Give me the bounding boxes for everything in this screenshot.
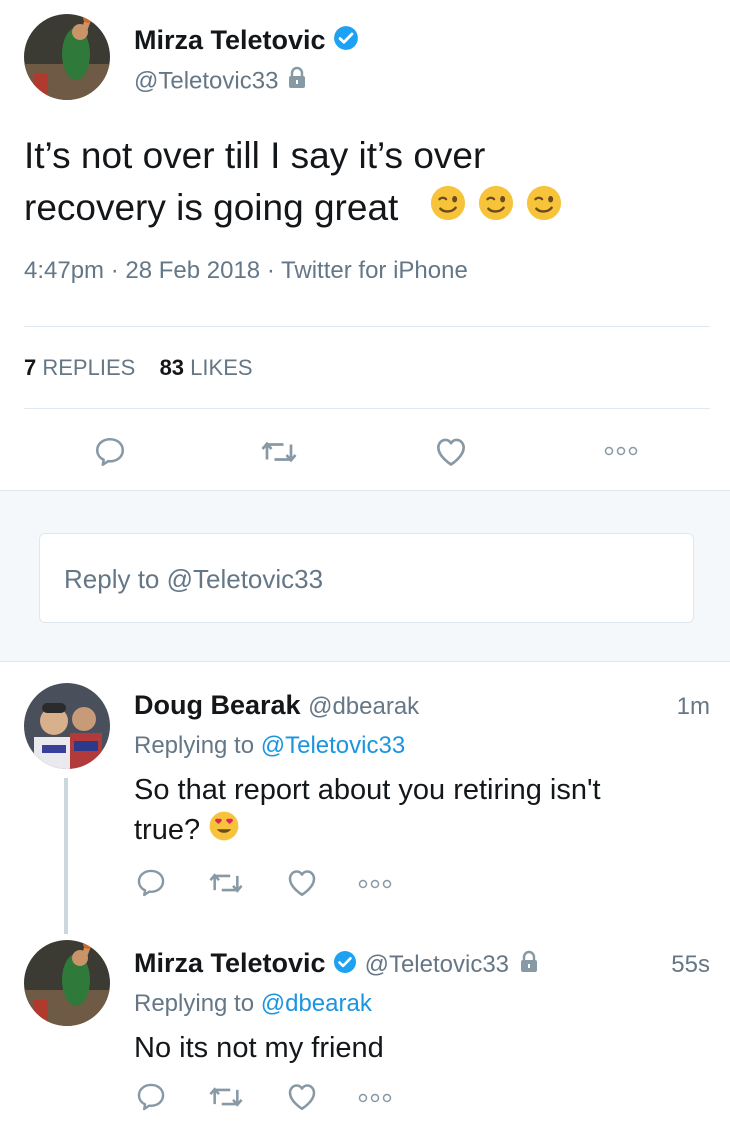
- author-handle[interactable]: @Teletovic33: [365, 951, 509, 978]
- tweet-text: No its not my friend: [134, 1032, 384, 1064]
- replies-count: 7: [24, 355, 37, 380]
- reply-icon[interactable]: [134, 866, 168, 900]
- tweet-time[interactable]: 1m: [677, 692, 710, 722]
- author-name[interactable]: Doug Bearak: [134, 690, 301, 720]
- tweet-text-line-1: It’s not over till I say it’s over: [24, 135, 486, 176]
- retweet-icon[interactable]: [206, 866, 246, 900]
- replying-to-label: Replying to: [134, 732, 255, 759]
- author-avatar[interactable]: [24, 940, 110, 1026]
- like-icon[interactable]: [284, 864, 320, 900]
- tweet-text-line-2: recovery is going great: [24, 187, 399, 228]
- likes-stat[interactable]: 83 LIKES: [160, 355, 253, 380]
- reply-input-placeholder: Reply to @Teletovic33: [64, 564, 324, 594]
- reply-composer-area: Reply to @Teletovic33: [0, 490, 730, 662]
- replying-to: Replying to @Teletovic33: [134, 730, 405, 762]
- replying-to: Replying to @dbearak: [134, 988, 372, 1020]
- like-icon[interactable]: [284, 1078, 320, 1114]
- like-icon[interactable]: [432, 432, 470, 470]
- tweet-text-line-2: true?: [134, 814, 201, 847]
- retweet-icon[interactable]: [258, 434, 300, 470]
- divider: [24, 326, 710, 327]
- reply-icon[interactable]: [92, 434, 128, 470]
- likes-count: 83: [159, 355, 185, 380]
- winking-face-emoji: [477, 184, 515, 236]
- more-icon[interactable]: [356, 1089, 394, 1107]
- author-name[interactable]: Mirza Teletovic: [134, 948, 326, 978]
- tweet-meta[interactable]: 4:47pm · 28 Feb 2018 · Twitter for iPhon…: [24, 256, 468, 286]
- heart-eyes-emoji: [208, 810, 240, 853]
- replies-label: REPLIES: [42, 355, 136, 380]
- thread-connector: [64, 778, 68, 934]
- tweet-time[interactable]: 55s: [671, 950, 710, 980]
- replies-stat[interactable]: 7 REPLIES: [24, 355, 135, 380]
- author-name[interactable]: Mirza Teletovic: [134, 25, 326, 55]
- winking-face-emoji: [429, 184, 467, 236]
- lock-icon: [517, 948, 541, 982]
- likes-label: LIKES: [190, 355, 253, 380]
- author-avatar[interactable]: [24, 14, 110, 100]
- author-handle[interactable]: @Teletovic33: [134, 67, 278, 94]
- reply-icon[interactable]: [134, 1080, 168, 1114]
- tweet-text-line-1: So that report about you retiring isn't: [134, 774, 601, 806]
- replying-to-label: Replying to: [134, 990, 255, 1017]
- replying-to-link[interactable]: @dbearak: [261, 990, 372, 1017]
- winking-face-emoji: [525, 184, 563, 236]
- more-icon[interactable]: [356, 875, 394, 893]
- retweet-icon[interactable]: [206, 1080, 246, 1114]
- more-icon[interactable]: [602, 442, 640, 460]
- replying-to-link[interactable]: @Teletovic33: [261, 732, 405, 759]
- tweet-stats: 7 REPLIES 83 LIKES: [24, 354, 253, 382]
- author-handle[interactable]: @dbearak: [308, 693, 419, 720]
- reply-input[interactable]: Reply to @Teletovic33: [39, 533, 694, 623]
- verified-icon: [333, 25, 359, 58]
- tweet-text: So that report about you retiring isn't …: [134, 770, 601, 853]
- author-avatar[interactable]: [24, 683, 110, 769]
- verified-icon: [333, 948, 357, 982]
- tweet-text: It’s not over till I say it’s over recov…: [24, 130, 563, 236]
- divider: [24, 408, 710, 409]
- lock-icon: [285, 66, 309, 98]
